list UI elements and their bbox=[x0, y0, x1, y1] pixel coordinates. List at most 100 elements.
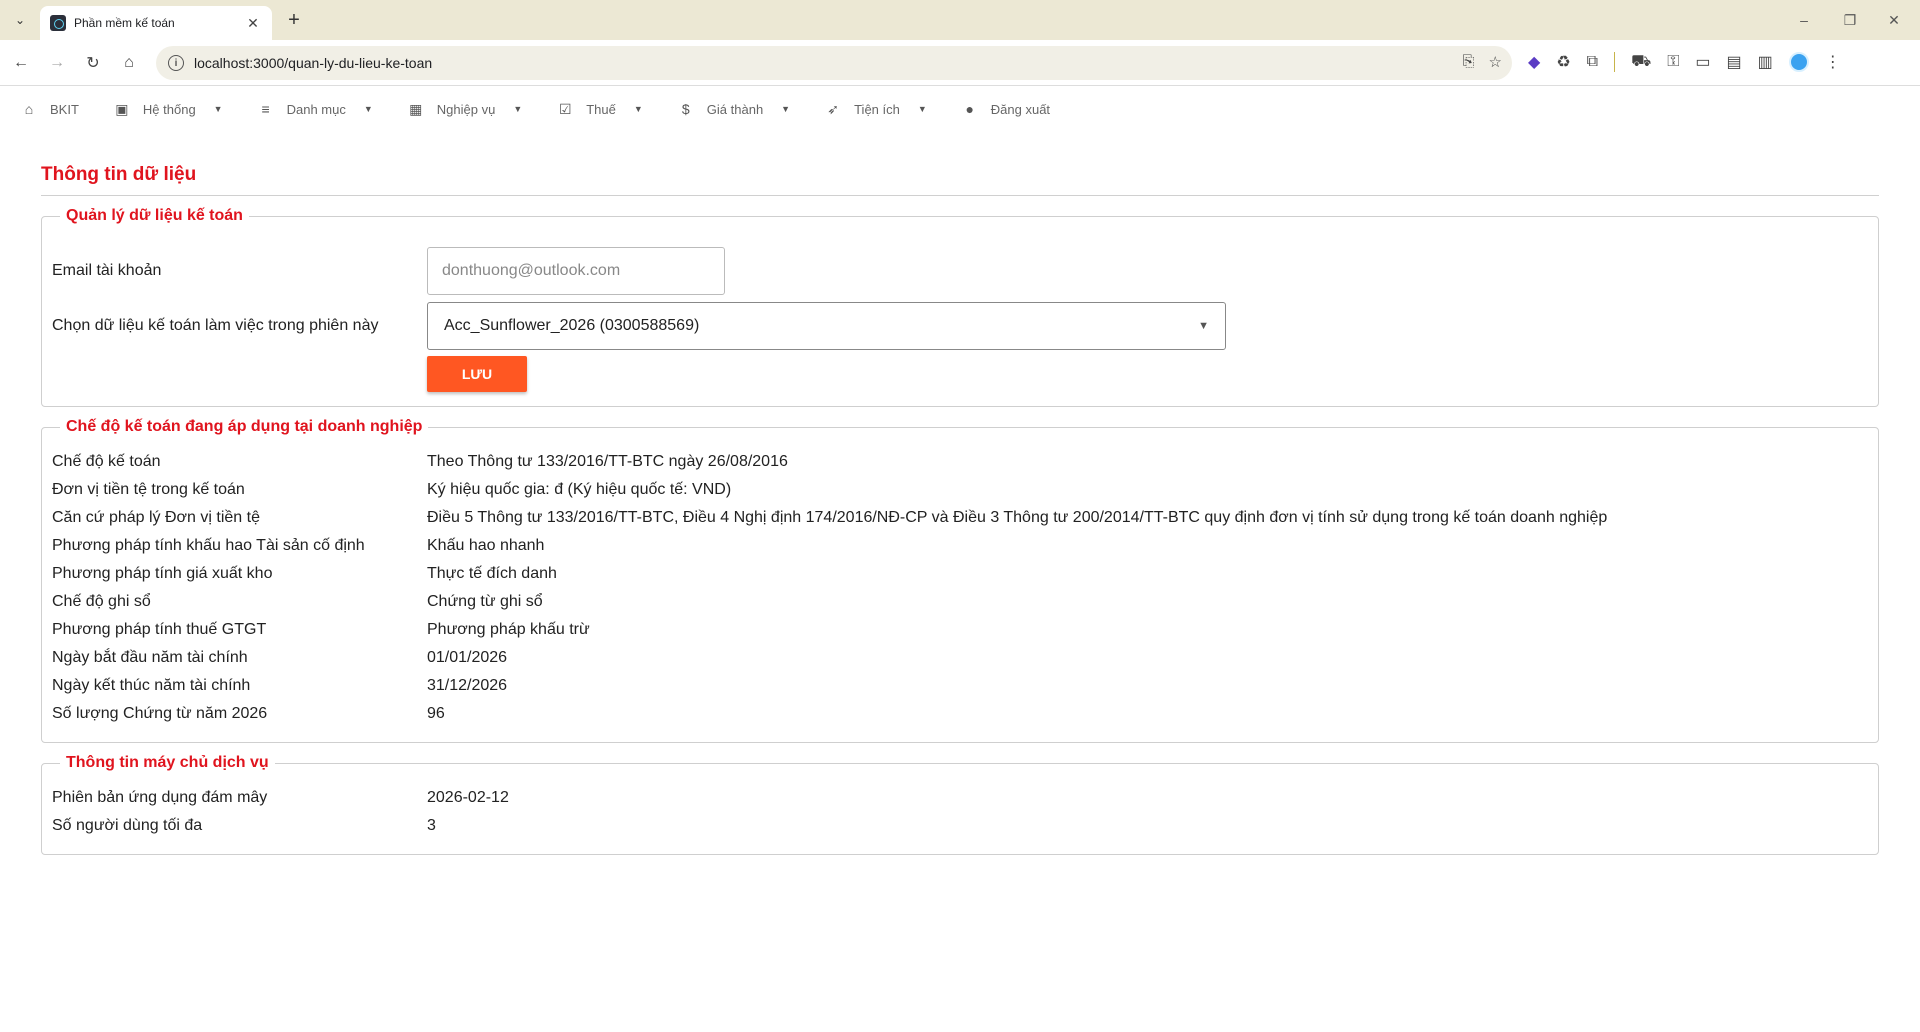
save-button[interactable]: LƯU bbox=[427, 356, 527, 392]
info-row: Số lượng Chứng từ năm 2026 96 bbox=[52, 700, 1868, 728]
window-close-icon[interactable]: ✕ bbox=[1874, 8, 1914, 32]
email-label: Email tài khoản bbox=[52, 262, 162, 279]
extension-toolbar: ◆ ♻ ⧉ ⛟ ⚿ ▭ ▤ ▥ ⋮ bbox=[1528, 52, 1841, 72]
menu-item-label: BKIT bbox=[50, 101, 79, 117]
info-value: Khấu hao nhanh bbox=[427, 537, 545, 554]
grid-icon: ▦ bbox=[409, 100, 423, 117]
menu-caret-icon: ▼ bbox=[781, 104, 791, 114]
info-value: 31/12/2026 bbox=[427, 677, 508, 694]
dollar-icon: $ bbox=[681, 101, 690, 117]
site-info-icon[interactable]: i bbox=[168, 55, 184, 71]
info-value: Chứng từ ghi sổ bbox=[427, 593, 543, 610]
info-value: Ký hiệu quốc gia: đ (Ký hiệu quốc tế: VN… bbox=[427, 481, 732, 498]
app-menu-bar: ⌂ BKIT ▣ Hệ thống ▼ ≡ Danh mục ▼ ▦ Nghiệp vụ ▼ ☑ Thu… bbox=[0, 86, 1920, 132]
restore-icon[interactable]: ❐ bbox=[1830, 8, 1870, 32]
menu-caret-icon: ▼ bbox=[213, 104, 223, 114]
info-row: Chế độ ghi sổ Chứng từ ghi sổ bbox=[52, 588, 1868, 616]
accounting-mode-section: Chế độ kế toán đang áp dụng tại doanh ng… bbox=[41, 418, 1879, 743]
info-value: Thực tế đích danh bbox=[427, 565, 557, 582]
section-legend: Chế độ kế toán đang áp dụng tại doanh ng… bbox=[66, 418, 423, 435]
email-field[interactable] bbox=[427, 247, 725, 295]
menu-item-label: Danh mục bbox=[286, 101, 346, 117]
install-app-icon[interactable]: ⎘ bbox=[1463, 53, 1475, 71]
new-tab-plus-icon[interactable]: + bbox=[282, 8, 306, 32]
info-label: Chế độ ghi sổ bbox=[52, 593, 151, 610]
menu-caret-icon: ▼ bbox=[917, 104, 927, 114]
menu-caret-icon: ▼ bbox=[633, 104, 643, 114]
profile-avatar[interactable] bbox=[1788, 52, 1809, 72]
menu-item-2[interactable]: ≡ Danh mục ▼ bbox=[257, 101, 373, 117]
puzzle-extensions-icon[interactable]: ⧉ bbox=[1587, 53, 1598, 71]
info-row: Ngày bắt đầu năm tài chính 01/01/2026 bbox=[52, 644, 1868, 672]
menu-item-label: Nghiệp vụ bbox=[436, 101, 496, 117]
url-text: localhost:3000/quan-ly-du-lieu-ke-toan bbox=[194, 55, 433, 71]
menu-item-label: Đăng xuất bbox=[990, 101, 1051, 117]
info-label: Phiên bản ứng dụng đám mây bbox=[52, 789, 268, 806]
logout-dot-icon: ● bbox=[965, 101, 975, 117]
menu-item-label: Hệ thống bbox=[142, 101, 196, 117]
back-arrow-icon[interactable]: ← bbox=[6, 48, 36, 78]
info-label: Căn cứ pháp lý Đơn vị tiền tệ bbox=[52, 509, 260, 526]
menu-caret-icon: ▼ bbox=[513, 104, 523, 114]
dataset-select[interactable]: Acc_Sunflower_2026 (0300588569) ▼ bbox=[427, 302, 1226, 350]
menu-item-7[interactable]: ● Đăng xuất bbox=[961, 101, 1051, 117]
info-label: Đơn vị tiền tệ trong kế toán bbox=[52, 481, 245, 498]
reload-icon[interactable]: ↻ bbox=[78, 48, 108, 78]
card-icon[interactable]: ▭ bbox=[1695, 52, 1710, 72]
info-label: Số lượng Chứng từ năm 2026 bbox=[52, 705, 268, 722]
key-icon[interactable]: ⚿ bbox=[1667, 53, 1679, 71]
info-row: Số người dùng tối đa 3 bbox=[52, 812, 1868, 840]
react-favicon-icon bbox=[50, 15, 66, 31]
list-icon: ≡ bbox=[261, 101, 270, 117]
info-label: Phương pháp tính khấu hao Tài sản cố địn… bbox=[52, 537, 365, 554]
side-panel-icon[interactable]: ▥ bbox=[1758, 52, 1773, 72]
reading-list-icon[interactable]: ▤ bbox=[1727, 52, 1742, 72]
info-value: 3 bbox=[427, 817, 436, 834]
browser-tabbar: ⌄ Phần mềm kế toán ✕ + – ❐ ✕ bbox=[0, 0, 1920, 40]
bookmark-star-icon[interactable]: ☆ bbox=[1489, 53, 1502, 71]
info-value: 01/01/2026 bbox=[427, 649, 508, 666]
tab-search-chevron-icon[interactable]: ⌄ bbox=[8, 8, 32, 32]
page-title: Thông tin dữ liệu bbox=[41, 164, 1879, 196]
menu-item-label: Giá thành bbox=[706, 101, 764, 117]
recycle-extension-icon[interactable]: ♻ bbox=[1556, 52, 1570, 72]
tab-title: Phần mềm kế toán bbox=[74, 16, 175, 30]
info-label: Phương pháp tính thuế GTGT bbox=[52, 621, 267, 638]
info-row: Ngày kết thúc năm tài chính 31/12/2026 bbox=[52, 672, 1868, 700]
section-legend: Quản lý dữ liệu kế toán bbox=[66, 207, 243, 224]
more-menu-icon[interactable]: ⋮ bbox=[1825, 52, 1841, 72]
info-value: 96 bbox=[427, 705, 445, 722]
menu-item-4[interactable]: ☑ Thuế ▼ bbox=[556, 101, 643, 118]
info-label: Ngày kết thúc năm tài chính bbox=[52, 677, 251, 694]
menu-item-label: Tiện ích bbox=[854, 101, 900, 117]
info-label: Ngày bắt đầu năm tài chính bbox=[52, 649, 248, 666]
section-legend: Thông tin máy chủ dịch vụ bbox=[66, 754, 269, 771]
address-bar[interactable]: i localhost:3000/quan-ly-du-lieu-ke-toan… bbox=[156, 46, 1512, 80]
data-management-section: Quản lý dữ liệu kế toán Email tài khoản … bbox=[41, 207, 1879, 407]
info-value: Điều 5 Thông tư 133/2016/TT-BTC, Điều 4 … bbox=[427, 509, 1608, 526]
home-browser-icon[interactable]: ⌂ bbox=[114, 48, 144, 78]
forward-arrow-icon[interactable]: → bbox=[42, 48, 72, 78]
menu-item-0[interactable]: ⌂ BKIT bbox=[20, 101, 79, 117]
menu-item-1[interactable]: ▣ Hệ thống ▼ bbox=[113, 101, 223, 118]
minimize-icon[interactable]: – bbox=[1784, 8, 1824, 32]
browser-tab[interactable]: Phần mềm kế toán ✕ bbox=[40, 6, 272, 40]
car-extension-icon[interactable]: ⛟ bbox=[1631, 52, 1651, 72]
menu-item-5[interactable]: $ Giá thành ▼ bbox=[677, 101, 790, 117]
info-row: Phương pháp tính thuế GTGT Phương pháp kh… bbox=[52, 616, 1868, 644]
menu-caret-icon: ▼ bbox=[363, 104, 373, 114]
menu-item-6[interactable]: ➶ Tiện ích ▼ bbox=[824, 101, 927, 118]
toolbar-divider bbox=[1614, 52, 1616, 72]
menu-item-3[interactable]: ▦ Nghiệp vụ ▼ bbox=[407, 101, 522, 118]
info-row: Căn cứ pháp lý Đơn vị tiền tệ Điều 5 Thôn… bbox=[52, 504, 1868, 532]
extension-hat-icon[interactable]: ◆ bbox=[1528, 52, 1540, 72]
close-icon[interactable]: ✕ bbox=[244, 14, 262, 32]
server-info-section: Thông tin máy chủ dịch vụ Phiên bản ứng … bbox=[41, 754, 1879, 855]
main-content: Thông tin dữ liệu Quản lý dữ liệu kế toá… bbox=[0, 164, 1920, 855]
info-value: 2026-02-12 bbox=[427, 789, 509, 806]
dataset-select-value: Acc_Sunflower_2026 (0300588569) bbox=[444, 317, 700, 334]
dataset-select-label: Chọn dữ liệu kế toán làm việc trong phiê… bbox=[52, 317, 379, 334]
info-label: Số người dùng tối đa bbox=[52, 817, 203, 834]
info-label: Phương pháp tính giá xuất kho bbox=[52, 565, 273, 582]
info-row: Chế độ kế toán Theo Thông tư 133/2016/TT-… bbox=[52, 448, 1868, 476]
